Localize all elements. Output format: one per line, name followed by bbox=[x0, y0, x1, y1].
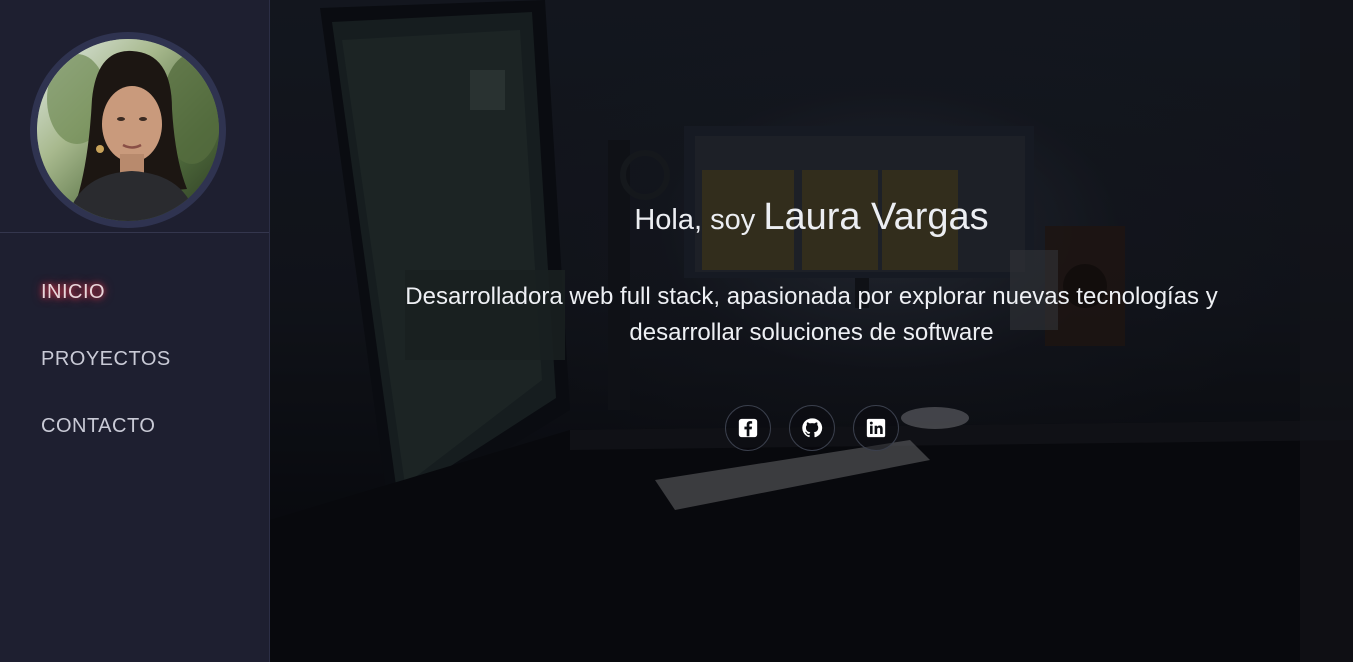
facebook-link[interactable] bbox=[724, 405, 771, 451]
linkedin-link[interactable] bbox=[852, 405, 899, 451]
hero-tagline: Desarrolladora web full stack, apasionad… bbox=[405, 283, 1218, 346]
hero-section: Hola, soy Laura Vargas Desarrolladora we… bbox=[270, 0, 1353, 662]
nav-item-contacto: CONTACTO bbox=[41, 406, 171, 473]
github-link[interactable] bbox=[788, 405, 835, 451]
sidebar: INICIO PROYECTOS CONTACTO bbox=[0, 0, 270, 662]
hero-content: Hola, soy Laura Vargas Desarrolladora we… bbox=[270, 196, 1353, 451]
social-links bbox=[270, 405, 1353, 451]
hero-greeting: Hola, soy Laura Vargas bbox=[270, 196, 1353, 239]
person-photo-icon bbox=[37, 39, 219, 221]
greeting-prefix: Hola, soy bbox=[634, 204, 756, 236]
avatar bbox=[30, 32, 226, 228]
avatar-photo bbox=[37, 39, 219, 221]
nav-link-contacto[interactable]: CONTACTO bbox=[41, 406, 155, 446]
nav-item-proyectos: PROYECTOS bbox=[41, 339, 171, 406]
github-icon bbox=[801, 418, 822, 438]
page: INICIO PROYECTOS CONTACTO Hola, soy Laur… bbox=[0, 0, 1353, 662]
nav-link-inicio[interactable]: INICIO bbox=[41, 272, 105, 312]
hero-name: Laura Vargas bbox=[763, 196, 989, 238]
nav-item-inicio: INICIO bbox=[41, 272, 171, 339]
linkedin-icon bbox=[866, 418, 885, 438]
main-nav: INICIO PROYECTOS CONTACTO bbox=[41, 272, 171, 473]
nav-link-proyectos[interactable]: PROYECTOS bbox=[41, 339, 171, 379]
avatar-section bbox=[0, 0, 269, 233]
facebook-icon bbox=[738, 418, 757, 438]
